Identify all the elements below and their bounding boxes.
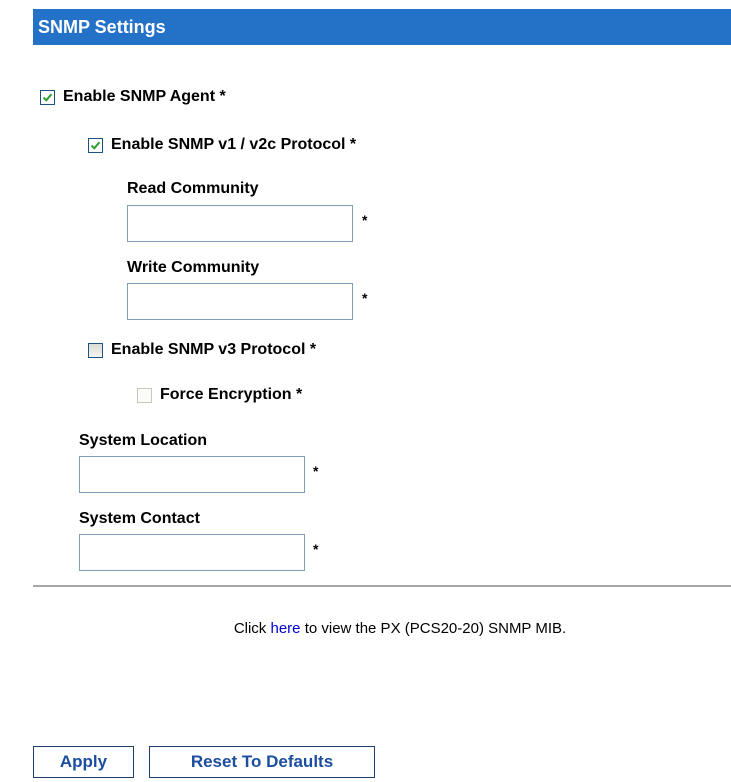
enable-snmp-agent-label: Enable SNMP Agent * bbox=[63, 88, 226, 105]
mib-note: Click here to view the PX (PCS20-20) SNM… bbox=[0, 620, 731, 637]
reset-to-defaults-button[interactable]: Reset To Defaults bbox=[149, 746, 375, 778]
enable-snmp-v3-checkbox[interactable] bbox=[88, 342, 103, 358]
enable-snmp-agent-checkbox[interactable] bbox=[40, 89, 55, 105]
system-location-label: System Location bbox=[79, 432, 208, 449]
read-community-required-mark: * bbox=[362, 212, 368, 228]
system-contact-input[interactable] bbox=[79, 534, 305, 571]
mib-link[interactable]: here bbox=[270, 620, 300, 637]
enable-snmp-v3-label: Enable SNMP v3 Protocol * bbox=[111, 341, 317, 358]
enable-snmp-v1v2c-checkbox[interactable] bbox=[88, 137, 103, 153]
write-community-input[interactable] bbox=[127, 283, 353, 320]
system-contact-required-mark: * bbox=[313, 541, 319, 557]
mib-note-suffix: to view the PX (PCS20-20) SNMP MIB. bbox=[304, 620, 567, 637]
checkmark-icon bbox=[90, 141, 101, 150]
enable-snmp-agent-row[interactable]: Enable SNMP Agent * bbox=[40, 88, 226, 106]
write-community-required-mark: * bbox=[362, 290, 368, 306]
read-community-label: Read Community bbox=[127, 180, 259, 197]
system-location-input[interactable] bbox=[79, 456, 305, 493]
mib-note-prefix: Click bbox=[233, 620, 267, 637]
force-encryption-checkbox[interactable] bbox=[137, 387, 152, 403]
checkmark-icon bbox=[42, 93, 53, 102]
force-encryption-row[interactable]: Force Encryption * bbox=[137, 386, 302, 404]
panel-title: SNMP Settings bbox=[38, 17, 166, 37]
write-community-label: Write Community bbox=[127, 259, 260, 276]
enable-snmp-v1v2c-row[interactable]: Enable SNMP v1 / v2c Protocol * bbox=[88, 136, 356, 154]
system-location-required-mark: * bbox=[313, 463, 319, 479]
panel-header: SNMP Settings bbox=[33, 9, 731, 45]
enable-snmp-v1v2c-label: Enable SNMP v1 / v2c Protocol * bbox=[111, 136, 357, 153]
enable-snmp-v3-row[interactable]: Enable SNMP v3 Protocol * bbox=[88, 341, 316, 359]
system-contact-label: System Contact bbox=[79, 510, 200, 527]
apply-button[interactable]: Apply bbox=[33, 746, 134, 778]
force-encryption-label: Force Encryption * bbox=[160, 386, 303, 403]
read-community-input[interactable] bbox=[127, 205, 353, 242]
section-divider bbox=[33, 585, 731, 587]
